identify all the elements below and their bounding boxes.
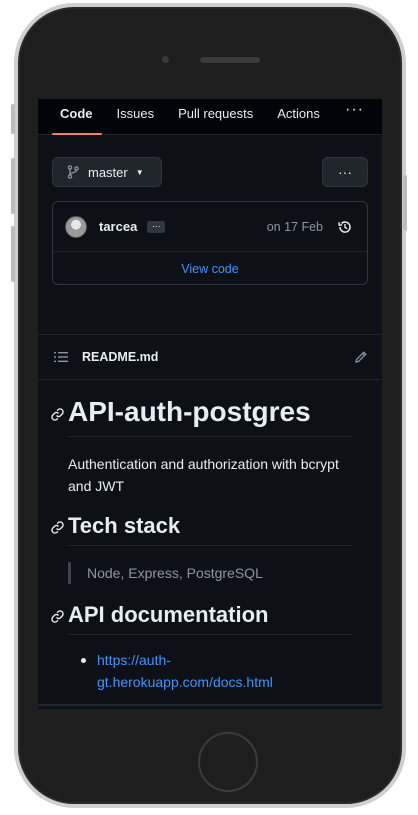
readme-content: API-auth-postgres Authentication and aut… <box>38 396 382 693</box>
volume-up-button <box>11 158 15 214</box>
api-docs-link-line2[interactable]: gt.herokuapp.com/docs.html <box>97 674 273 690</box>
readme-description: Authentication and authorization with bc… <box>68 456 339 494</box>
commit-message-expand-button[interactable]: ··· <box>147 220 166 233</box>
anchor-link-icon[interactable] <box>50 407 65 422</box>
earpiece-speaker <box>200 57 260 63</box>
commit-row: tarcea ··· on 17 Feb <box>53 202 367 252</box>
tab-actions[interactable]: Actions <box>265 99 332 135</box>
volume-down-button <box>11 226 15 282</box>
heading-tech-stack-text: Tech stack <box>68 513 181 538</box>
heading-tech-stack: Tech stack <box>51 513 352 546</box>
repo-tab-bar: Code Issues Pull requests Actions ··· <box>38 99 382 135</box>
history-icon[interactable] <box>337 219 353 235</box>
latest-commit-box: tarcea ··· on 17 Feb View code <box>52 201 368 285</box>
caret-down-icon: ▼ <box>135 167 144 177</box>
list-item[interactable]: https://auth- gt.herokuapp.com/docs.html <box>81 649 352 693</box>
front-camera <box>162 56 169 63</box>
mute-switch <box>11 104 15 134</box>
heading-api-documentation: API documentation <box>51 602 352 635</box>
tech-stack-quote: Node, Express, PostgreSQL <box>68 562 352 584</box>
content-bottom-divider <box>38 704 382 706</box>
readme-title-text: API-auth-postgres <box>68 396 311 427</box>
pencil-icon[interactable] <box>354 350 368 364</box>
commit-author[interactable]: tarcea <box>99 219 137 234</box>
commit-date[interactable]: on 17 Feb <box>267 220 323 234</box>
anchor-link-icon[interactable] <box>50 609 65 624</box>
tab-issues[interactable]: Issues <box>105 99 167 135</box>
api-docs-list: https://auth- gt.herokuapp.com/docs.html <box>68 649 352 693</box>
avatar[interactable] <box>65 215 87 238</box>
list-bullet <box>81 658 86 663</box>
anchor-link-icon[interactable] <box>50 520 65 535</box>
heading-api-documentation-text: API documentation <box>68 602 269 627</box>
git-branch-icon <box>67 165 79 179</box>
tab-code[interactable]: Code <box>48 99 105 135</box>
tabs-more-icon[interactable]: ··· <box>345 101 364 119</box>
tab-pull-requests[interactable]: Pull requests <box>166 99 265 135</box>
repo-header-section: master ▼ ··· tarcea ··· on 17 Feb View c… <box>38 135 382 335</box>
view-code-link[interactable]: View code <box>53 252 367 285</box>
list-icon[interactable] <box>54 351 68 363</box>
more-options-button[interactable]: ··· <box>322 157 368 187</box>
home-button[interactable] <box>198 732 258 792</box>
readme-header: README.md <box>38 335 382 380</box>
branch-name: master <box>88 164 128 180</box>
branch-selector-button[interactable]: master ▼ <box>52 157 162 187</box>
readme-filename[interactable]: README.md <box>82 350 158 364</box>
api-docs-link-line1[interactable]: https://auth- <box>97 652 171 668</box>
browser-screen: Code Issues Pull requests Actions ··· ma… <box>38 99 382 709</box>
readme-title: API-auth-postgres <box>51 396 352 437</box>
power-button <box>403 175 407 231</box>
